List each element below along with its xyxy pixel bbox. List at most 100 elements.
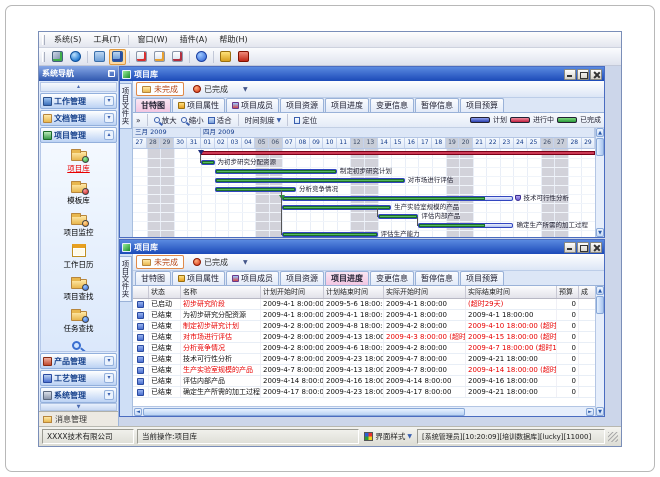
sidebar-group-工艺管理[interactable]: 工艺管理▾ xyxy=(40,370,117,386)
pin-icon[interactable] xyxy=(108,70,115,77)
report-edit-button[interactable] xyxy=(151,49,168,65)
tab-暂停信息[interactable]: 暂停信息 xyxy=(415,98,459,112)
tab-变更信息[interactable]: 变更信息 xyxy=(370,98,414,112)
summary-bar-初步研究阶段[interactable] xyxy=(201,151,595,155)
filter-tab-未完成[interactable]: 未完成 xyxy=(136,82,184,96)
scroll-up-icon[interactable]: ▲ xyxy=(596,286,604,295)
done-bar-为初步研究分配资源[interactable] xyxy=(202,161,214,164)
filter-tab-已完成[interactable]: 已完成 xyxy=(187,82,234,96)
sidebar-scroll-down[interactable]: ▼ xyxy=(40,403,117,411)
tab-项目预算[interactable]: 项目预算 xyxy=(460,271,504,285)
tab-项目资源[interactable]: 项目资源 xyxy=(280,271,324,285)
system-button[interactable] xyxy=(49,49,66,65)
scroll-down-icon[interactable]: ▼ xyxy=(596,407,604,416)
scrollbar-thumb[interactable] xyxy=(143,408,465,416)
nav-collapse-button[interactable]: ▴ xyxy=(40,82,117,92)
chevron-down-icon[interactable]: ▾ xyxy=(104,96,114,106)
table-vertical-scrollbar[interactable]: ▲ ▼ xyxy=(595,286,604,416)
column-header-计划结束时间[interactable]: 计划结束时间 xyxy=(324,286,384,298)
column-header-状态[interactable]: 状态 xyxy=(149,286,181,298)
filter-overflow-icon[interactable]: ▼ xyxy=(243,86,248,93)
window-titlebar[interactable]: 项目库 xyxy=(120,67,604,81)
sidebar-item-项目查找[interactable]: 项目查找 xyxy=(41,273,116,305)
zoom-out-button[interactable]: 缩小 xyxy=(181,115,204,126)
report-delete-button[interactable] xyxy=(169,49,186,65)
table-row[interactable]: 已结束制定初步研究计划2009-4-2 8:00:002009-4-8 18:0… xyxy=(133,321,595,332)
menu-item[interactable]: 窗口(W) xyxy=(131,33,173,46)
close-button[interactable] xyxy=(590,69,602,80)
table-row[interactable]: 已结束生产实验室规模的产品2009-4-7 8:00:002009-4-13 1… xyxy=(133,365,595,376)
column-header-计划开始时间[interactable]: 计划开始时间 xyxy=(261,286,324,298)
scroll-right-icon[interactable]: ► xyxy=(586,408,594,416)
toolbar-grip[interactable] xyxy=(42,52,45,62)
tab-暂停信息[interactable]: 暂停信息 xyxy=(415,271,459,285)
table-row[interactable]: 已结束分析竞争情况2009-4-2 8:00:002009-4-6 18:00:… xyxy=(133,343,595,354)
chevron-down-icon[interactable]: ▾ xyxy=(104,373,114,383)
toolbar-overflow-button[interactable]: » xyxy=(136,116,141,125)
done-bar-评估内部产品[interactable] xyxy=(379,215,418,218)
scroll-up-icon[interactable]: ▲ xyxy=(596,128,604,137)
tab-项目进度[interactable]: 项目进度 xyxy=(325,98,369,112)
restore-button[interactable] xyxy=(577,69,589,80)
done-bar-评估生产能力[interactable] xyxy=(283,233,376,236)
time-scale-button[interactable]: 时间刻度▼ xyxy=(245,115,282,126)
column-header-成[interactable]: 成 xyxy=(579,286,595,298)
menu-item[interactable]: 插件(A) xyxy=(174,33,214,46)
filter-overflow-icon[interactable]: ▼ xyxy=(243,259,248,266)
open-folder-button[interactable] xyxy=(91,49,108,65)
sidebar-group-系统管理[interactable]: 系统管理▾ xyxy=(40,387,117,403)
restore-button[interactable] xyxy=(577,242,589,253)
sidebar-group-项目管理[interactable]: 项目管理▴ xyxy=(40,127,117,143)
fit-button[interactable]: 适合 xyxy=(208,115,232,126)
gantt-vertical-scrollbar[interactable]: ▲ ▼ xyxy=(595,128,604,237)
sidebar-item-项目监控[interactable]: 项目监控 xyxy=(41,209,116,241)
scrollbar-thumb[interactable] xyxy=(596,296,604,314)
tab-项目成员[interactable]: 项目成员 xyxy=(226,271,279,285)
table-row[interactable]: 已结束对市场进行评估2009-4-2 8:00:002009-4-13 18:0… xyxy=(133,332,595,343)
done-bar-对市场进行评估[interactable] xyxy=(216,179,404,182)
table-row[interactable]: 已结束技术可行性分析2009-4-7 8:00:002009-4-23 18:0… xyxy=(133,354,595,365)
tab-甘特图[interactable]: 甘特图 xyxy=(135,98,171,112)
help-button[interactable] xyxy=(193,49,210,65)
zoom-in-button[interactable]: 放大 xyxy=(154,115,177,126)
chevron-up-icon[interactable]: ▴ xyxy=(104,130,114,140)
sidebar-item-工作日历[interactable]: 工作日历 xyxy=(41,241,116,273)
network-button[interactable] xyxy=(67,49,84,65)
locate-button[interactable]: 定位 xyxy=(294,115,317,126)
sidebar-group-工作管理[interactable]: 工作管理▾ xyxy=(40,93,117,109)
chevron-down-icon[interactable]: ▾ xyxy=(104,356,114,366)
chevron-down-icon[interactable]: ▾ xyxy=(104,113,114,123)
exit-button[interactable] xyxy=(235,49,252,65)
tab-项目预算[interactable]: 项目预算 xyxy=(460,98,504,112)
table-row[interactable]: 已结束确定生产所需的加工过程2009-4-17 8:00:002009-4-23… xyxy=(133,387,595,398)
table-row[interactable]: 已启动初步研究阶段2009-4-1 8:00:002009-5-6 18:00:… xyxy=(133,299,595,310)
table-row[interactable]: 已结束评估内部产品2009-4-14 8:00:002009-4-16 18:0… xyxy=(133,376,595,387)
sidebar-group-产品管理[interactable]: 产品管理▾ xyxy=(40,353,117,369)
tab-项目资源[interactable]: 项目资源 xyxy=(280,98,324,112)
column-header-名称[interactable]: 名称 xyxy=(181,286,261,298)
tab-project-folder[interactable]: 项目文件夹 xyxy=(120,83,132,129)
sidebar-item-项目文档查找[interactable]: 项目文档查找 xyxy=(41,337,116,352)
tab-项目属性[interactable]: 项目属性 xyxy=(172,271,225,285)
menu-item[interactable]: 工具(T) xyxy=(87,33,126,46)
tab-项目成员[interactable]: 项目成员 xyxy=(226,98,279,112)
table-horizontal-scrollbar[interactable]: ◄ ► xyxy=(133,406,595,416)
resize-grip[interactable] xyxy=(608,432,618,442)
tab-甘特图[interactable]: 甘特图 xyxy=(135,271,171,285)
column-header-实际开始时间[interactable]: 实际开始时间 xyxy=(384,286,466,298)
minimize-button[interactable] xyxy=(564,242,576,253)
close-button[interactable] xyxy=(590,242,602,253)
tab-项目进度[interactable]: 项目进度 xyxy=(325,271,369,285)
done-bar-制定初步研究计划[interactable] xyxy=(216,170,336,173)
sidebar-item-项目库[interactable]: 项目库 xyxy=(41,145,116,177)
scroll-down-icon[interactable]: ▼ xyxy=(596,228,604,237)
lock-button[interactable] xyxy=(217,49,234,65)
menu-item[interactable]: 帮助(H) xyxy=(213,33,253,46)
filter-tab-未完成[interactable]: 未完成 xyxy=(136,255,184,269)
done-bar-生产实验室规模的产品[interactable] xyxy=(283,206,390,209)
scrollbar-thumb[interactable] xyxy=(596,138,604,156)
ui-style-button[interactable]: 界面样式 ▼ xyxy=(362,431,414,442)
filter-tab-已完成[interactable]: 已完成 xyxy=(187,255,234,269)
scroll-left-icon[interactable]: ◄ xyxy=(134,408,142,416)
column-header-实际结束时间[interactable]: 实际结束时间 xyxy=(466,286,557,298)
